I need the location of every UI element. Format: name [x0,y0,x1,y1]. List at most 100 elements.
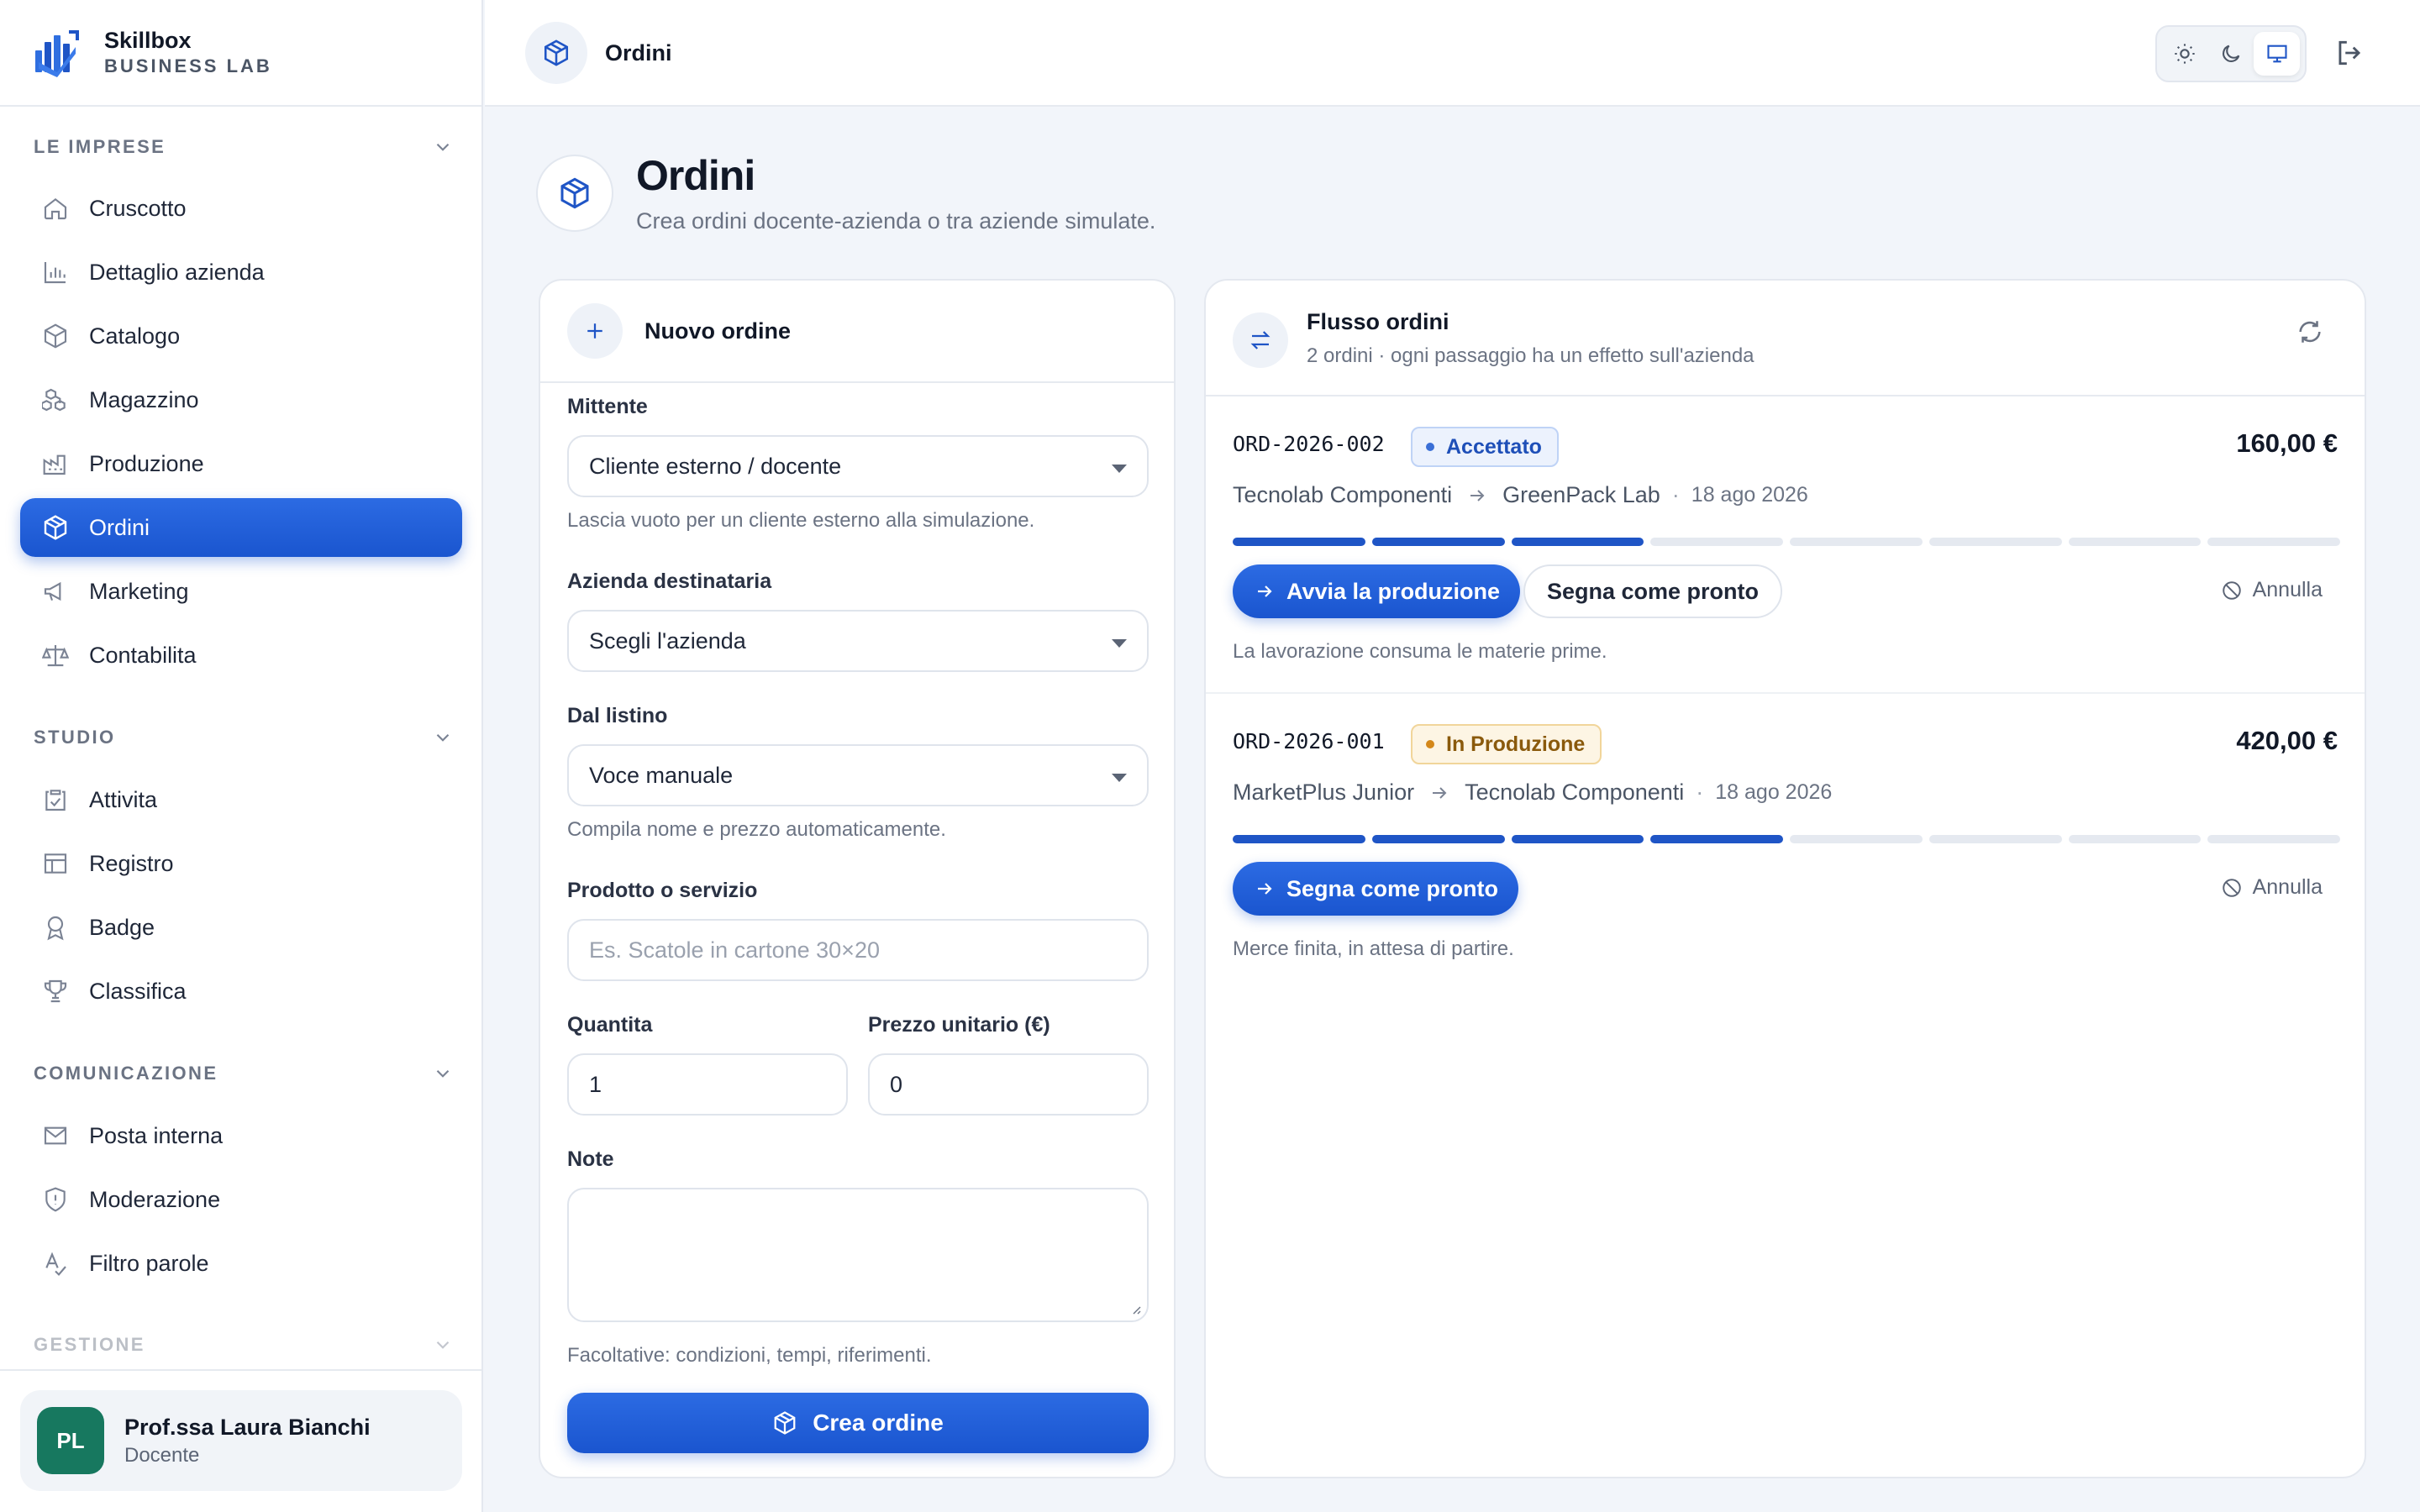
brand-subtitle: BUSINESS LAB [104,55,272,76]
progress-segment [1928,538,2062,546]
sidebar-item-registro[interactable]: Registro [20,834,462,893]
sidebar-item-badge[interactable]: Badge [20,898,462,957]
quantity-input[interactable]: 1 [567,1053,848,1116]
progress-segment [1371,538,1505,546]
user-card[interactable]: PL Prof.ssa Laura Bianchi Docente [20,1390,462,1491]
sender-value: Cliente esterno / docente [589,453,842,479]
notes-textarea[interactable] [567,1188,1149,1322]
caret-down-icon [1112,639,1127,648]
caret-down-icon [1112,465,1127,473]
divider [1206,692,2365,694]
order-flow-header: Flusso ordini 2 ordini · ogni passaggio … [1206,281,2365,396]
order-id: ORD-2026-002 [1233,432,1385,456]
progress-segment [1233,538,1365,546]
boxes-icon [42,388,66,412]
theme-dark-button[interactable] [2208,32,2254,76]
new-order-title: Nuovo ordine [644,318,791,344]
status-badge: Accettato [1411,427,1559,467]
sidebar-item-ordini[interactable]: Ordini [20,498,462,557]
divider [0,1369,481,1371]
unit-price-input[interactable]: 0 [868,1053,1149,1116]
section-title: GESTIONE [34,1334,145,1355]
sidebar-item-label: Contabilita [89,642,197,668]
sidebar-item-cruscotto[interactable]: Cruscotto [20,179,462,238]
package-icon [774,1411,796,1435]
brand[interactable]: Skillbox BUSINESS LAB [0,0,481,107]
status-label: Accettato [1446,434,1542,459]
caret-down-icon [1112,774,1127,782]
monitor-icon [2267,45,2287,63]
sidebar-item-posta-interna[interactable]: Posta interna [20,1106,462,1165]
cancel-order-button[interactable]: Annulla [2221,875,2323,900]
section-title: COMUNICAZIONE [34,1063,218,1084]
status-dot [1426,740,1434,748]
sidebar-item-label: Produzione [89,450,204,476]
sidebar-item-attivita[interactable]: Attivita [20,770,462,829]
cancel-label: Annulla [2252,578,2323,601]
order-id: ORD-2026-001 [1233,729,1385,753]
logout-button[interactable] [2333,37,2365,69]
table-icon [44,853,67,874]
refresh-button[interactable] [2296,318,2324,346]
order-flow-title: Flusso ordini [1307,309,1449,334]
sidebar-item-marketing[interactable]: Marketing [20,562,462,621]
separator-dot: · [1671,482,1680,507]
sidebar-item-label: Marketing [89,578,189,604]
sidebar-item-dettaglio-azienda[interactable]: Dettaglio azienda [20,243,462,302]
sidebar-item-filtro-parole[interactable]: Filtro parole [20,1234,462,1293]
sidebar-item-label: Attivita [89,786,158,812]
trophy-icon [44,979,67,1003]
shield-icon [45,1187,66,1212]
topbar-title: Ordini [605,40,672,66]
create-order-button[interactable]: Crea ordine [567,1393,1149,1453]
brand-logo-icon [35,29,79,77]
resize-handle-icon[interactable] [1128,1302,1142,1315]
progress-segment [2207,835,2340,843]
cancel-order-button[interactable]: Annulla [2221,578,2323,602]
sidebar-item-produzione[interactable]: Produzione [20,434,462,493]
arrow-right-icon [1470,489,1485,501]
mark-ready-button[interactable]: Segna come pronto [1523,564,1783,618]
sidebar-item-moderazione[interactable]: Moderazione [20,1170,462,1229]
sidebar-item-label: Magazzino [89,386,199,412]
progress-segment [1371,835,1505,843]
avatar: PL [37,1407,104,1474]
clipboard-check-icon [45,790,66,811]
product-input[interactable]: Es. Scatole in cartone 30×20 [567,919,1149,981]
sidebar-item-classifica[interactable]: Classifica [20,962,462,1021]
section-title: STUDIO [34,727,116,748]
section-studio[interactable]: STUDIO [34,727,454,748]
mark-ready-button[interactable]: Segna come pronto [1233,862,1519,916]
sender-select[interactable]: Cliente esterno / docente [567,435,1149,497]
start-production-button[interactable]: Avvia la produzione [1233,564,1521,618]
order-note: La lavorazione consuma le materie prime. [1233,640,1607,663]
progress-segment [1511,538,1644,546]
page-title: Ordini [636,152,755,199]
page-icon [536,155,613,232]
status-dot [1426,443,1434,451]
sidebar-item-label: Filtro parole [89,1250,209,1276]
sidebar-item-label: Badge [89,914,155,940]
cancel-label: Annulla [2252,875,2323,899]
section-gestione[interactable]: GESTIONE [34,1334,454,1356]
package-icon [560,177,589,209]
recipient-select[interactable]: Scegli l'azienda [567,610,1149,672]
sidebar-item-catalogo[interactable]: Catalogo [20,307,462,365]
sidebar-item-magazzino[interactable]: Magazzino [20,370,462,429]
chevron-down-icon [436,733,450,742]
order-flow-subtitle: 2 ordini · ogni passaggio ha un effetto … [1307,344,1754,367]
chevron-down-icon [436,1069,450,1078]
order-progress [1233,538,2340,546]
separator-dot: · [1696,780,1704,805]
theme-system-button[interactable] [2254,32,2301,76]
unit-price-label: Prezzo unitario (€) [868,1013,1050,1037]
order-to: GreenPack Lab [1502,482,1660,507]
section-le-imprese[interactable]: LE IMPRESE [34,136,454,158]
status-badge: In Produzione [1411,724,1602,764]
sidebar-item-label: Cruscotto [89,195,187,221]
theme-light-button[interactable] [2162,32,2208,76]
price-list-select[interactable]: Voce manuale [567,744,1149,806]
sidebar-item-contabilita[interactable]: Contabilita [20,626,462,685]
order-route: Tecnolab Componenti GreenPack Lab · 18 a… [1233,482,1808,508]
section-comunicazione[interactable]: COMUNICAZIONE [34,1063,454,1084]
